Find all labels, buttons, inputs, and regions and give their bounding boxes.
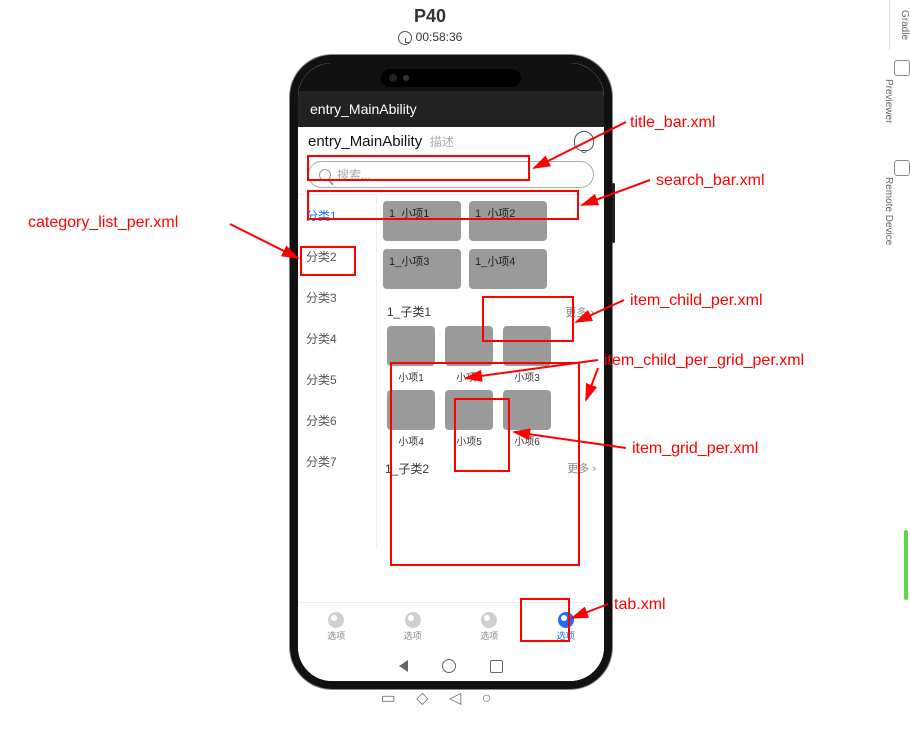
camera-notch (381, 69, 521, 87)
side-tab-previewer[interactable]: Previewer (890, 56, 910, 146)
grid-item[interactable]: 小项3 (503, 326, 551, 384)
tile-row: 1_小项1 1_小项2 (383, 201, 598, 241)
bottom-tabs: 选项 选项 选项 选项 (298, 602, 604, 651)
bell-icon[interactable] (574, 131, 594, 151)
grid-thumb (387, 326, 435, 366)
category-item[interactable]: 分类2 (298, 236, 376, 277)
clock-icon (398, 31, 412, 45)
preview-toolbar[interactable]: ▭ ◇ ◁ ○ (280, 688, 600, 708)
section-title: 1_子类1 (387, 303, 431, 320)
title-bar-text: entry_MainAbility (310, 101, 417, 117)
category-item[interactable]: 分类1 (298, 195, 376, 236)
section-header-partial: 1_子类2 更多 › (383, 458, 598, 477)
annotation-label: search_bar.xml (656, 172, 765, 190)
grid-item[interactable]: 小项4 (387, 390, 435, 448)
back-icon[interactable] (399, 660, 408, 672)
tile-item[interactable]: 1_小项4 (469, 249, 547, 289)
person-icon (405, 612, 421, 628)
camera-dot-icon (403, 75, 409, 81)
search-input[interactable]: 搜索... (308, 161, 594, 188)
person-icon (558, 612, 574, 628)
tile-item[interactable]: 1_小项1 (383, 201, 461, 241)
tab-item[interactable]: 选项 (451, 603, 528, 651)
scrollbar-indicator[interactable] (904, 530, 908, 600)
device-label: P40 (280, 6, 580, 27)
grid-thumb (503, 326, 551, 366)
tab-label: 选项 (404, 629, 422, 642)
page-header-main: entry_MainAbility 描述 (308, 133, 566, 150)
grid-item[interactable]: 小项5 (445, 390, 493, 448)
content-panel: 1_小项1 1_小项2 1_小项3 1_小项4 1_子类1 更多 › 小项1 小… (377, 195, 604, 549)
phone-screen: entry_MainAbility entry_MainAbility 描述 搜… (298, 63, 604, 681)
more-link[interactable]: 更多 › (565, 304, 594, 320)
timer-value: 00:58:36 (416, 30, 463, 44)
recent-icon[interactable] (490, 660, 503, 673)
tile-item[interactable]: 1_小项2 (469, 201, 547, 241)
page-title: entry_MainAbility (308, 133, 422, 150)
grid-thumb (503, 390, 551, 430)
section-header: 1_子类1 更多 › (385, 301, 596, 326)
category-item[interactable]: 分类3 (298, 277, 376, 318)
annotation-label: tab.xml (614, 596, 666, 614)
side-tab-remote-device[interactable]: Remote Device (890, 156, 910, 266)
more-link[interactable]: 更多 › (567, 460, 596, 477)
annotation-label: item_child_per.xml (630, 292, 763, 310)
grid-item[interactable]: 小项1 (387, 326, 435, 384)
tile-item[interactable]: 1_小项3 (383, 249, 461, 289)
search-placeholder: 搜索... (337, 166, 371, 183)
grid-item[interactable]: 小项2 (445, 326, 493, 384)
category-item[interactable]: 分类5 (298, 359, 376, 400)
category-list: 分类1 分类2 分类3 分类4 分类5 分类6 分类7 (298, 195, 377, 549)
page-header: entry_MainAbility 描述 (298, 127, 604, 157)
grid-thumb (445, 390, 493, 430)
tab-label: 选项 (327, 629, 345, 642)
grid-label: 小项5 (445, 433, 493, 448)
section-title: 1_子类2 (385, 460, 429, 477)
annotation-label: item_child_per_grid_per.xml (604, 352, 804, 370)
page-subtitle: 描述 (430, 135, 454, 149)
person-icon (328, 612, 344, 628)
tab-item[interactable]: 选项 (375, 603, 452, 651)
category-item[interactable]: 分类7 (298, 441, 376, 482)
annotation-label: title_bar.xml (630, 114, 715, 132)
grid-item[interactable]: 小项6 (503, 390, 551, 448)
category-item[interactable]: 分类6 (298, 400, 376, 441)
grid-label: 小项6 (503, 433, 551, 448)
grid-thumb (387, 390, 435, 430)
search-icon (319, 169, 331, 181)
category-item[interactable]: 分类4 (298, 318, 376, 359)
grid-section: 1_子类1 更多 › 小项1 小项2 小项3 小项4 小项5 小项6 (383, 297, 598, 458)
grid-thumb (445, 326, 493, 366)
device-icon (894, 160, 910, 176)
camera-dot-icon (389, 74, 397, 82)
grid-label: 小项3 (503, 369, 551, 384)
eye-icon (894, 60, 910, 76)
phone-frame: entry_MainAbility entry_MainAbility 描述 搜… (290, 55, 612, 689)
grid-row: 小项4 小项5 小项6 (385, 390, 596, 448)
home-icon[interactable] (442, 659, 456, 673)
tab-label: 选项 (557, 629, 575, 642)
title-bar: entry_MainAbility (298, 91, 604, 127)
timer-row: 00:58:36 (280, 30, 580, 45)
grid-label: 小项1 (387, 369, 435, 384)
grid-row: 小项1 小项2 小项3 (385, 326, 596, 384)
person-icon (481, 612, 497, 628)
grid-label: 小项2 (445, 369, 493, 384)
annotation-label: category_list_per.xml (28, 214, 178, 232)
content-body: 分类1 分类2 分类3 分类4 分类5 分类6 分类7 1_小项1 1_小项2 … (298, 194, 604, 549)
side-tab-gradle[interactable]: Gradle (889, 0, 910, 50)
android-nav-bar (298, 651, 604, 681)
tile-row: 1_小项3 1_小项4 (383, 249, 598, 289)
grid-label: 小项4 (387, 433, 435, 448)
tab-item[interactable]: 选项 (298, 603, 375, 651)
tab-label: 选项 (480, 629, 498, 642)
annotation-label: item_grid_per.xml (632, 440, 758, 458)
tab-item[interactable]: 选项 (528, 603, 605, 651)
